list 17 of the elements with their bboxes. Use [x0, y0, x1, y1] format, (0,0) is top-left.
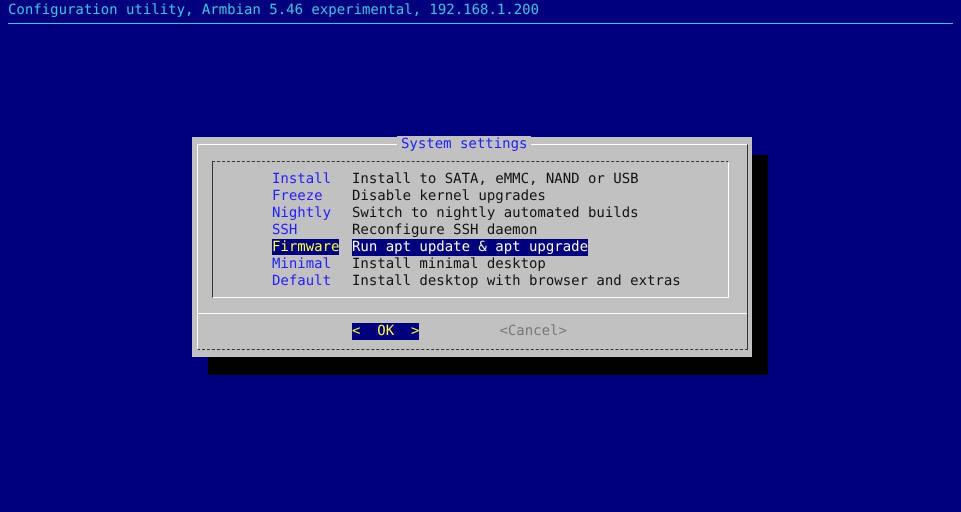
- menu-item-description[interactable]: Disable kernel upgrades: [352, 188, 546, 205]
- menu-item-tag[interactable]: Minimal: [272, 256, 332, 272]
- menu-item-description[interactable]: Install to SATA, eMMC, NAND or USB: [352, 171, 639, 188]
- menu-item-tag[interactable]: Nightly: [272, 205, 332, 221]
- dialog-button[interactable]: < OK >: [352, 322, 420, 340]
- menu-item-description[interactable]: Switch to nightly automated builds: [352, 205, 639, 222]
- screen-title: Configuration utility, Armbian 5.46 experimental, 192.168.1.200: [8, 2, 540, 19]
- menu-item-tag[interactable]: Install: [272, 171, 332, 187]
- dialog-title: System settings: [397, 136, 532, 153]
- menu-item-description[interactable]: Install minimal desktop: [352, 256, 546, 273]
- menu-item-tag[interactable]: SSH: [272, 222, 298, 238]
- menu-item-description[interactable]: Reconfigure SSH daemon: [352, 222, 538, 239]
- menu-item-tag[interactable]: Default: [272, 273, 332, 289]
- menu-item-tag[interactable]: Firmware: [272, 239, 340, 255]
- menu-item-description[interactable]: Install desktop with browser and extras: [352, 273, 681, 290]
- menu-item-tag[interactable]: Freeze: [272, 188, 323, 204]
- menu-item-description[interactable]: Run apt update & apt upgrade: [352, 239, 588, 256]
